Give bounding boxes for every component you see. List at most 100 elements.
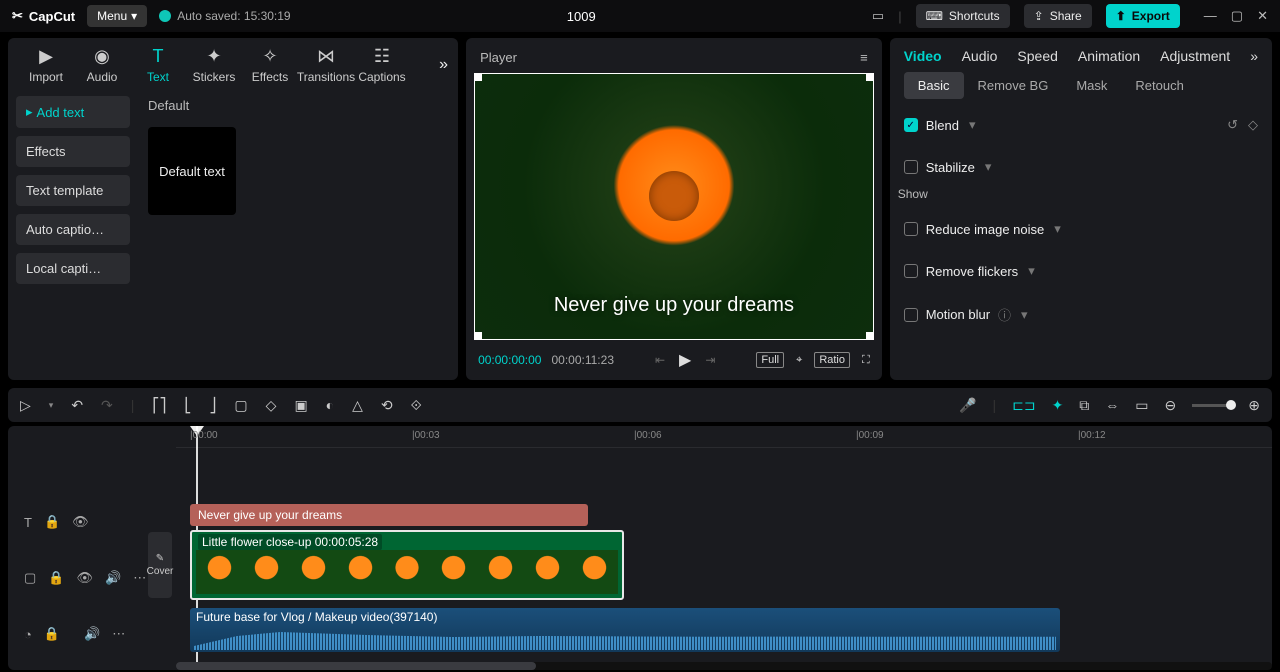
- resize-handle-tl[interactable]: [474, 73, 482, 81]
- checkbox-on-icon[interactable]: ✓: [904, 118, 918, 132]
- player-menu-icon[interactable]: ≡: [860, 50, 868, 65]
- lock-icon[interactable]: 🔒: [44, 514, 60, 530]
- trim-left-icon[interactable]: ⎣: [184, 397, 191, 414]
- zoom-out-icon[interactable]: ⊖: [1165, 397, 1177, 414]
- zoom-in-icon[interactable]: ⊕: [1248, 397, 1260, 414]
- scrollbar-thumb[interactable]: [176, 662, 536, 670]
- clip-audio[interactable]: Future base for Vlog / Makeup video(3971…: [190, 608, 1060, 652]
- player-viewport[interactable]: Never give up your dreams: [474, 73, 874, 340]
- close-icon[interactable]: ✕: [1257, 8, 1268, 24]
- lock-icon[interactable]: 🔒: [48, 570, 64, 586]
- tab-animation[interactable]: Animation: [1078, 48, 1140, 64]
- maximize-icon[interactable]: ▢: [1231, 8, 1243, 24]
- split-icon[interactable]: ⎡⎤: [152, 397, 166, 414]
- checkbox-icon[interactable]: [904, 160, 918, 174]
- tab-transitions[interactable]: ⋈Transitions: [298, 46, 354, 84]
- resize-handle-br[interactable]: [866, 332, 874, 340]
- clip-video[interactable]: Little flower close-up 00:00:05:28: [190, 530, 624, 600]
- subtab-basic[interactable]: Basic: [904, 72, 964, 99]
- prop-reduce-noise[interactable]: Reduce image noise ▾: [904, 215, 1258, 243]
- redo-icon[interactable]: ↷: [101, 397, 113, 414]
- minimize-icon[interactable]: —: [1204, 8, 1217, 24]
- tab-effects[interactable]: ✧Effects: [242, 46, 298, 84]
- resize-handle-bl[interactable]: [474, 332, 482, 340]
- resize-handle-tr[interactable]: [866, 73, 874, 81]
- dropdown-icon[interactable]: ▾: [49, 400, 54, 411]
- tab-adjustment[interactable]: Adjustment: [1160, 48, 1230, 64]
- sidebar-item-effects[interactable]: Effects: [16, 136, 130, 167]
- share-button[interactable]: ⇪ Share: [1024, 4, 1092, 28]
- tab-import[interactable]: ▶Import: [18, 46, 74, 84]
- clip-text[interactable]: Never give up your dreams: [190, 504, 588, 526]
- subtab-mask[interactable]: Mask: [1062, 72, 1121, 99]
- tab-stickers[interactable]: ✦Stickers: [186, 46, 242, 84]
- chevron-down-icon[interactable]: ▾: [969, 117, 976, 133]
- next-frame-icon[interactable]: ⇥: [705, 353, 715, 367]
- prop-stabilize[interactable]: Stabilize ▾: [904, 153, 1258, 181]
- group-icon[interactable]: ▣: [294, 397, 307, 414]
- eye-icon[interactable]: 👁: [76, 570, 93, 586]
- more-icon[interactable]: ⋯: [133, 570, 146, 586]
- prop-motion-blur[interactable]: Motion blur ⓘ ▾: [904, 299, 1258, 330]
- tab-speed[interactable]: Speed: [1017, 48, 1057, 64]
- subtab-remove-bg[interactable]: Remove BG: [964, 72, 1063, 99]
- prop-blend[interactable]: ✓ Blend ▾ ↺ ◇: [904, 111, 1258, 139]
- full-button[interactable]: Full: [756, 352, 784, 368]
- cover-button[interactable]: ✎Cover: [148, 532, 172, 598]
- magnet-icon[interactable]: ⊏⊐: [1012, 397, 1035, 414]
- lock-icon[interactable]: 🔒: [44, 626, 60, 642]
- crop-icon[interactable]: ⟐: [411, 397, 422, 414]
- checkbox-icon[interactable]: [904, 308, 918, 322]
- menu-button[interactable]: Menu ▾: [87, 5, 147, 27]
- checkbox-icon[interactable]: [904, 222, 918, 236]
- checkbox-icon[interactable]: [904, 264, 918, 278]
- more-icon[interactable]: ⋯: [112, 626, 125, 642]
- tab-captions[interactable]: ☷Captions: [354, 46, 410, 84]
- trim-right-icon[interactable]: ⎦: [209, 397, 216, 414]
- info-icon[interactable]: ⓘ: [998, 305, 1011, 324]
- sidebar-item-local-captions[interactable]: Local capti…: [16, 253, 130, 284]
- fullscreen-icon[interactable]: ⛶: [862, 354, 870, 367]
- align-icon[interactable]: ⇔: [1105, 397, 1119, 413]
- mic-icon[interactable]: 🎤: [959, 397, 976, 414]
- tab-audio-props[interactable]: Audio: [962, 48, 998, 64]
- timeline-scrollbar[interactable]: [176, 662, 1272, 670]
- rotate-icon[interactable]: ⟲: [381, 397, 393, 414]
- play-icon[interactable]: ▶: [679, 350, 691, 370]
- preview-icon[interactable]: ▭: [1135, 397, 1148, 414]
- tab-video[interactable]: Video: [904, 48, 942, 64]
- sidebar-item-add-text[interactable]: ▸Add text: [16, 96, 130, 128]
- zoom-slider[interactable]: [1226, 400, 1236, 410]
- chevron-down-icon[interactable]: ▾: [985, 159, 992, 175]
- delete-icon[interactable]: ▢: [234, 397, 247, 414]
- track-lanes[interactable]: ✎Cover Never give up your dreams Little …: [176, 448, 1272, 662]
- link-icon[interactable]: ⧉: [1079, 397, 1089, 414]
- tabs-overflow[interactable]: »: [439, 56, 448, 74]
- sidebar-item-text-template[interactable]: Text template: [16, 175, 130, 206]
- shortcuts-button[interactable]: ⌨ Shortcuts: [916, 4, 1010, 28]
- layout-icon[interactable]: ▭: [872, 8, 884, 24]
- chevron-down-icon[interactable]: ▾: [1028, 263, 1035, 279]
- chevron-down-icon[interactable]: ▾: [1054, 221, 1061, 237]
- ratio-button[interactable]: Ratio: [814, 352, 850, 368]
- prop-remove-flickers[interactable]: Remove flickers ▾: [904, 257, 1258, 285]
- mute-icon[interactable]: 🔊: [84, 626, 100, 642]
- frame-icon[interactable]: ⌖: [796, 354, 802, 367]
- export-button[interactable]: ⬆ Export: [1106, 4, 1180, 28]
- default-text-card[interactable]: Default text: [148, 127, 236, 215]
- prev-frame-icon[interactable]: ⇤: [655, 353, 665, 367]
- snap-icon[interactable]: ✦: [1052, 397, 1064, 414]
- keyframe-icon[interactable]: ◇: [1248, 117, 1258, 133]
- project-title[interactable]: 1009: [303, 9, 860, 24]
- pointer-icon[interactable]: ▷: [20, 397, 31, 414]
- undo-icon[interactable]: ↶: [71, 397, 83, 414]
- sidebar-item-auto-captions[interactable]: Auto captio…: [16, 214, 130, 245]
- timeline-ruler[interactable]: |00:00|00:03|00:06|00:09|00:12: [176, 426, 1272, 448]
- reset-icon[interactable]: ↺: [1227, 117, 1238, 133]
- tab-audio[interactable]: ◉Audio: [74, 46, 130, 84]
- marker-icon[interactable]: ◇: [266, 397, 277, 414]
- mirror-icon[interactable]: △: [352, 397, 363, 414]
- chevron-down-icon[interactable]: ▾: [1021, 307, 1028, 323]
- subtab-retouch[interactable]: Retouch: [1121, 72, 1197, 99]
- speed-icon[interactable]: ◐: [326, 397, 334, 413]
